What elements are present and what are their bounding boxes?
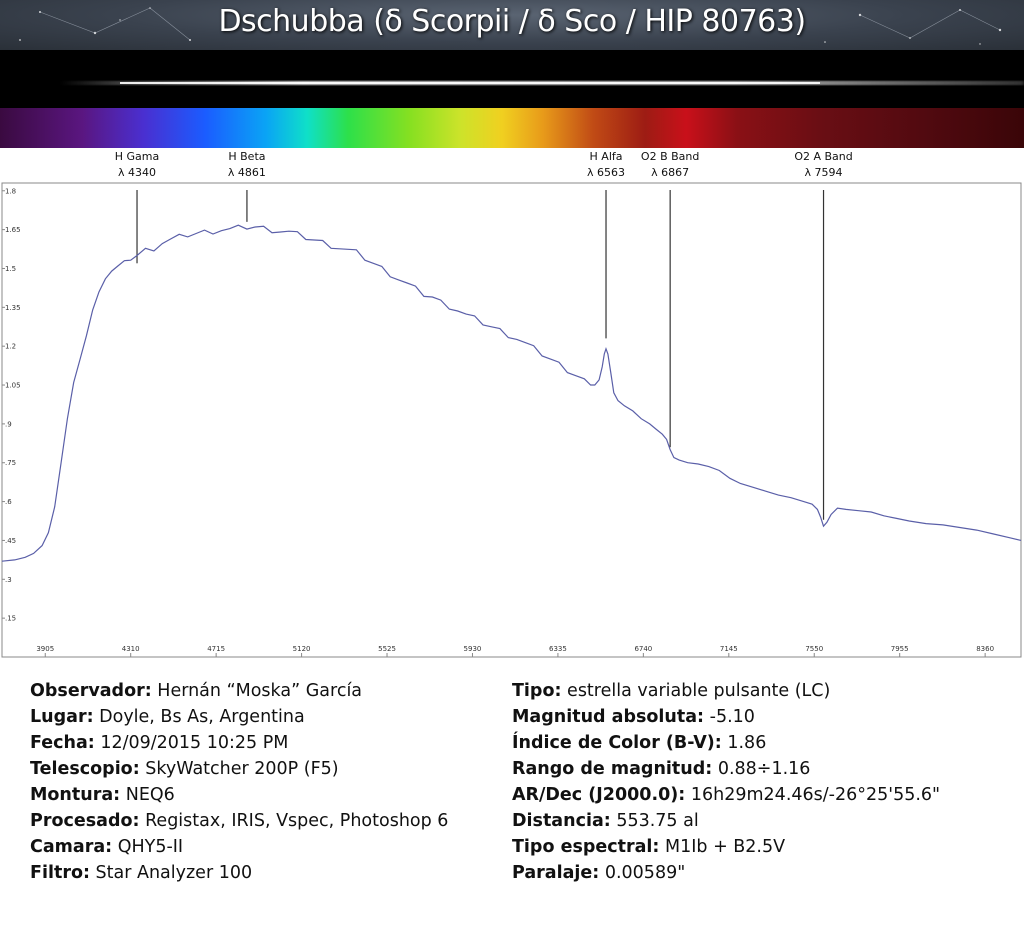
y-tick-label: .3 bbox=[5, 576, 12, 584]
info-row: Procesado: Registax, IRIS, Vspec, Photos… bbox=[30, 808, 448, 834]
info-value: Doyle, Bs As, Argentina bbox=[93, 707, 305, 727]
annotation-name: O2 A Band bbox=[794, 150, 852, 163]
annotation-name: H Alfa bbox=[590, 150, 623, 163]
info-row: Tipo espectral: M1Ib + B2.5V bbox=[512, 834, 940, 860]
info-value: Star Analyzer 100 bbox=[89, 863, 253, 883]
info-row: Filtro: Star Analyzer 100 bbox=[30, 860, 448, 886]
y-tick-label: 1.5 bbox=[5, 265, 16, 273]
info-row: Lugar: Doyle, Bs As, Argentina bbox=[30, 704, 448, 730]
annotation-h-beta: H Beta λ 4861 bbox=[228, 150, 266, 222]
info-label: Observador: bbox=[30, 681, 152, 701]
annotation-wavelength: λ 4861 bbox=[228, 166, 266, 179]
info-row: Índice de Color (B-V): 1.86 bbox=[512, 730, 940, 756]
y-tick-label: 1.8 bbox=[5, 187, 16, 195]
info-row: Fecha: 12/09/2015 10:25 PM bbox=[30, 730, 448, 756]
y-tick-label: 1.35 bbox=[5, 304, 21, 312]
info-value: NEQ6 bbox=[120, 785, 175, 805]
title-banner: Dschubba (δ Scorpii / δ Sco / HIP 80763) bbox=[0, 0, 1024, 50]
page-title: Dschubba (δ Scorpii / δ Sco / HIP 80763) bbox=[218, 4, 806, 39]
x-tick-label: 8360 bbox=[976, 645, 994, 653]
info-label: Rango de magnitud: bbox=[512, 759, 713, 779]
x-tick-label: 6740 bbox=[634, 645, 652, 653]
plot-frame bbox=[1, 182, 1022, 658]
info-value: Hernán “Moska” García bbox=[151, 681, 363, 701]
annotation-name: H Gama bbox=[115, 150, 160, 163]
annotation-o2-b-band: O2 B Band λ 6867 bbox=[641, 150, 699, 448]
annotation-name: O2 B Band bbox=[641, 150, 699, 163]
info-label: Tipo espectral: bbox=[512, 837, 660, 857]
annotation-wavelength: λ 6563 bbox=[587, 166, 625, 179]
x-tick-label: 4310 bbox=[122, 645, 140, 653]
info-row: Magnitud absoluta: -5.10 bbox=[512, 704, 940, 730]
observation-info: Observador: Hernán “Moska” García Lugar: … bbox=[0, 678, 1024, 928]
info-value: 0.00589" bbox=[599, 863, 686, 883]
info-row: Paralaje: 0.00589" bbox=[512, 860, 940, 886]
info-row: Observador: Hernán “Moska” García bbox=[30, 678, 448, 704]
annotation-h-gama: H Gama λ 4340 bbox=[115, 150, 160, 264]
y-tick-label: .9 bbox=[5, 420, 12, 428]
y-tick-label: 1.65 bbox=[5, 226, 21, 234]
info-value: M1Ib + B2.5V bbox=[659, 837, 786, 857]
x-tick-label: 7145 bbox=[720, 645, 738, 653]
y-tick-label: .45 bbox=[5, 537, 16, 545]
info-value: SkyWatcher 200P (F5) bbox=[139, 759, 339, 779]
star-details: Tipo: estrella variable pulsante (LC) Mag… bbox=[512, 678, 940, 886]
annotation-wavelength: λ 7594 bbox=[805, 166, 843, 179]
info-label: Montura: bbox=[30, 785, 121, 805]
info-label: Distancia: bbox=[512, 811, 611, 831]
x-tick-label: 7550 bbox=[805, 645, 823, 653]
x-tick-label: 7955 bbox=[891, 645, 909, 653]
x-tick-label: 3905 bbox=[36, 645, 54, 653]
annotation-o2-a-band: O2 A Band λ 7594 bbox=[794, 150, 853, 520]
y-tick-label: 1.2 bbox=[5, 343, 16, 351]
info-value: -5.10 bbox=[704, 707, 755, 727]
info-row: Rango de magnitud: 0.88÷1.16 bbox=[512, 756, 940, 782]
info-label: Telescopio: bbox=[30, 759, 140, 779]
info-label: Camara: bbox=[30, 837, 113, 857]
info-value: 16h29m24.46s/-26°25'55.6" bbox=[685, 785, 941, 805]
info-row: Montura: NEQ6 bbox=[30, 782, 448, 808]
x-tick-label: 5930 bbox=[464, 645, 482, 653]
color-spectrum-strip bbox=[0, 108, 1024, 148]
y-tick-label: 1.05 bbox=[5, 382, 21, 390]
info-value: 0.88÷1.16 bbox=[712, 759, 811, 779]
info-row: Distancia: 553.75 al bbox=[512, 808, 940, 834]
info-label: Índice de Color (B-V): bbox=[512, 733, 722, 753]
info-label: Fecha: bbox=[30, 733, 95, 753]
spectrum-line bbox=[1, 224, 1022, 562]
info-row: Tipo: estrella variable pulsante (LC) bbox=[512, 678, 940, 704]
axis-ticks: 3905 4310 4715 5120 5525 5930 6335 6740 7145 7550… bbox=[2, 187, 994, 657]
annotation-wavelength: λ 4340 bbox=[118, 166, 156, 179]
info-label: Procesado: bbox=[30, 811, 140, 831]
annotation-h-alfa: H Alfa λ 6563 bbox=[587, 150, 625, 339]
raw-spectrum-strip bbox=[0, 50, 1024, 108]
x-tick-label: 5120 bbox=[293, 645, 311, 653]
y-tick-label: .6 bbox=[5, 498, 12, 506]
info-value: estrella variable pulsante (LC) bbox=[561, 681, 831, 701]
annotation-wavelength: λ 6867 bbox=[651, 166, 689, 179]
spectrum-chart: H Gama λ 4340 H Beta λ 4861 H Alfa λ 6563 O2 B… bbox=[1, 150, 1022, 658]
info-label: Tipo: bbox=[512, 681, 562, 701]
observer-details: Observador: Hernán “Moska” García Lugar: … bbox=[30, 678, 448, 886]
info-row: Camara: QHY5-II bbox=[30, 834, 448, 860]
annotation-name: H Beta bbox=[228, 150, 265, 163]
info-value: 553.75 al bbox=[610, 811, 699, 831]
info-label: Lugar: bbox=[30, 707, 94, 727]
info-label: Magnitud absoluta: bbox=[512, 707, 705, 727]
y-tick-label: .15 bbox=[5, 615, 16, 623]
x-tick-label: 5525 bbox=[378, 645, 396, 653]
y-tick-label: .75 bbox=[5, 459, 16, 467]
info-value: 1.86 bbox=[721, 733, 767, 753]
info-label: AR/Dec (J2000.0): bbox=[512, 785, 686, 805]
info-value: QHY5-II bbox=[112, 837, 184, 857]
info-label: Filtro: bbox=[30, 863, 90, 883]
x-tick-label: 6335 bbox=[549, 645, 567, 653]
info-label: Paralaje: bbox=[512, 863, 600, 883]
line-annotations: H Gama λ 4340 H Beta λ 4861 H Alfa λ 6563 O2 B… bbox=[115, 150, 853, 520]
info-row: AR/Dec (J2000.0): 16h29m24.46s/-26°25'55… bbox=[512, 782, 940, 808]
info-value: 12/09/2015 10:25 PM bbox=[94, 733, 289, 753]
x-tick-label: 4715 bbox=[207, 645, 225, 653]
info-value: Registax, IRIS, Vspec, Photoshop 6 bbox=[139, 811, 449, 831]
info-row: Telescopio: SkyWatcher 200P (F5) bbox=[30, 756, 448, 782]
